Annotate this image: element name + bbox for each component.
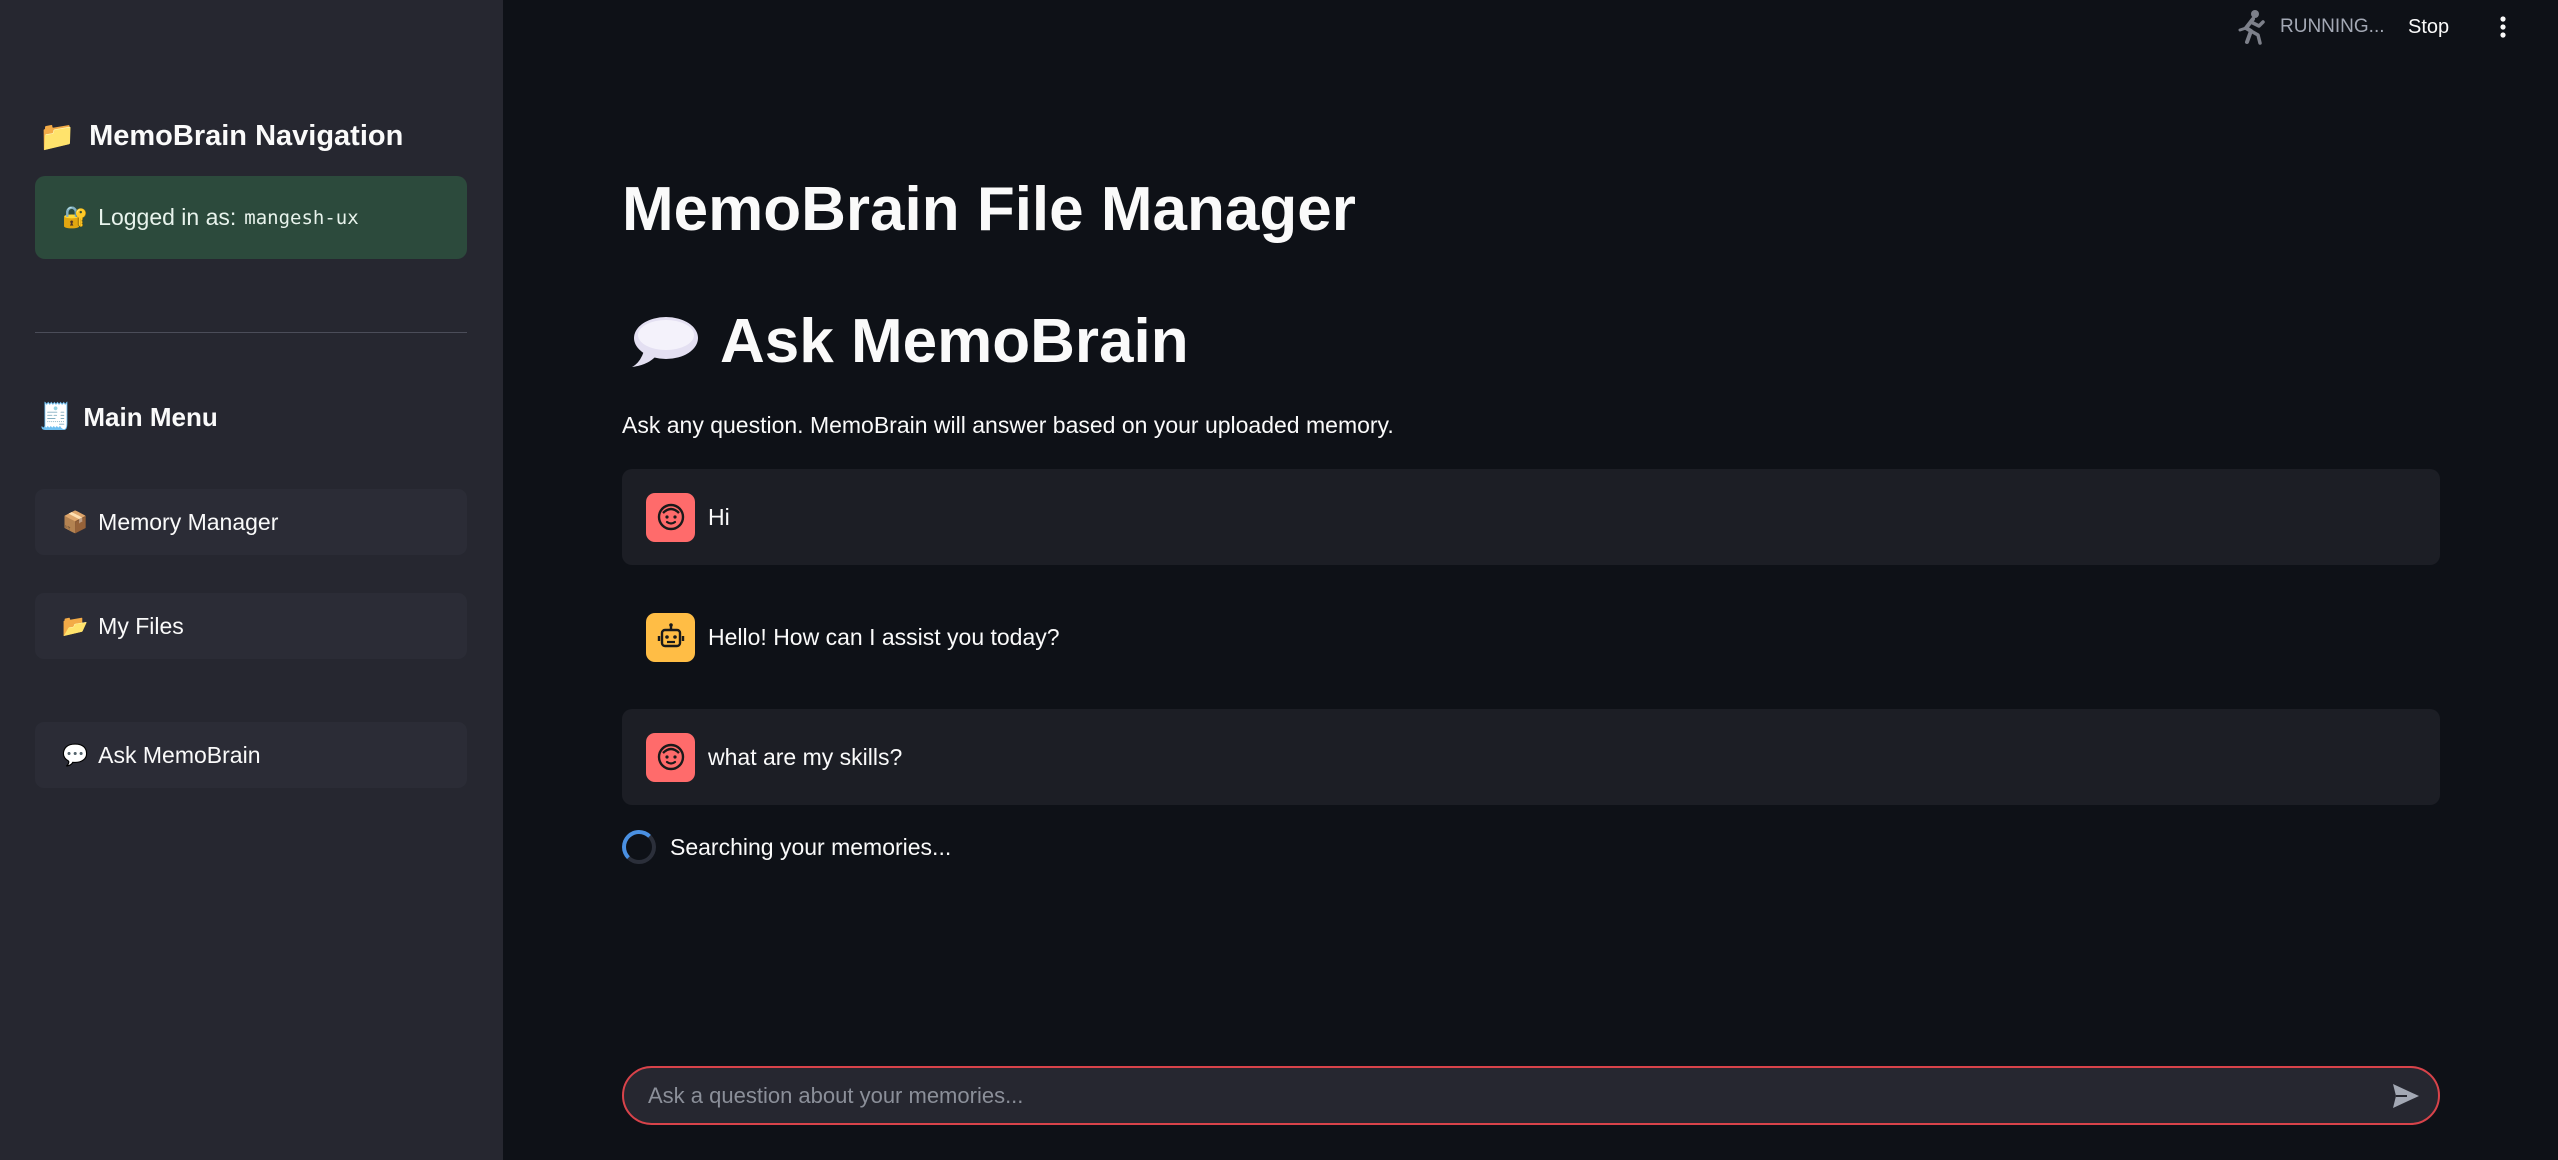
running-status: RUNNING... bbox=[2236, 8, 2385, 46]
chat-message-text: Hi bbox=[708, 503, 730, 530]
sidebar-item-label: Memory Manager bbox=[98, 508, 279, 535]
chat-input-container bbox=[622, 1066, 2440, 1125]
speech-bubble-icon: 💬 bbox=[62, 742, 89, 767]
user-avatar bbox=[646, 732, 695, 782]
kebab-menu-icon bbox=[2500, 16, 2506, 38]
sidebar-heading: 📁 MemoBrain Navigation bbox=[39, 116, 403, 156]
loading-indicator: Searching your memories... bbox=[622, 829, 951, 865]
user-face-icon bbox=[657, 503, 684, 531]
loading-text: Searching your memories... bbox=[670, 833, 952, 860]
main-menu-button[interactable] bbox=[2490, 12, 2516, 42]
package-icon: 📦 bbox=[62, 509, 89, 534]
chat-message-user: Hi bbox=[622, 469, 2440, 565]
send-button[interactable] bbox=[2388, 1078, 2424, 1114]
main-menu-heading: 🧾 Main Menu bbox=[39, 397, 218, 437]
robot-icon bbox=[657, 623, 684, 648]
chat-input[interactable] bbox=[648, 1082, 2388, 1109]
folder-icon: 📁 bbox=[39, 118, 76, 153]
running-status-text: RUNNING... bbox=[2280, 16, 2385, 37]
section-title-text: Ask MemoBrain bbox=[720, 307, 1189, 376]
open-folder-icon: 📂 bbox=[62, 613, 89, 638]
sidebar-item-label: Ask MemoBrain bbox=[98, 741, 261, 768]
running-man-icon bbox=[2238, 10, 2265, 45]
login-username: mangesh-ux bbox=[244, 206, 359, 229]
app-root: 📁 MemoBrain Navigation 🔐 Logged in as: m… bbox=[0, 0, 2558, 1160]
user-face-icon bbox=[657, 743, 684, 771]
main-menu-heading-text: Main Menu bbox=[83, 401, 218, 432]
sidebar-item-memory-manager[interactable]: 📦 Memory Manager bbox=[35, 489, 467, 555]
speech-bubble-icon bbox=[632, 317, 698, 367]
section-title: Ask MemoBrain bbox=[630, 300, 1189, 384]
chat-message-text: what are my skills? bbox=[708, 743, 903, 770]
user-avatar bbox=[646, 492, 695, 542]
intro-text: Ask any question. MemoBrain will answer … bbox=[622, 412, 1394, 438]
chat-message-assistant: Hello! How can I assist you today? bbox=[622, 589, 2440, 685]
chat-message-text: Hello! How can I assist you today? bbox=[708, 623, 1060, 650]
sidebar-heading-text: MemoBrain Navigation bbox=[89, 119, 404, 152]
page-title: MemoBrain File Manager bbox=[622, 175, 1356, 244]
sidebar-item-my-files[interactable]: 📂 My Files bbox=[35, 593, 467, 659]
login-status-box: 🔐 Logged in as: mangesh-ux bbox=[35, 176, 467, 259]
assistant-avatar bbox=[646, 612, 695, 662]
sidebar-divider bbox=[35, 332, 467, 333]
lock-key-icon: 🔐 bbox=[62, 205, 89, 229]
sidebar-item-ask-memobrain[interactable]: 💬 Ask MemoBrain bbox=[35, 722, 467, 788]
stop-button[interactable]: Stop bbox=[2408, 12, 2449, 42]
login-label: Logged in as: bbox=[98, 204, 237, 230]
sidebar-item-label: My Files bbox=[98, 612, 184, 639]
chat-message-user: what are my skills? bbox=[622, 709, 2440, 805]
receipt-icon: 🧾 bbox=[39, 402, 72, 432]
sidebar: 📁 MemoBrain Navigation 🔐 Logged in as: m… bbox=[0, 0, 503, 1160]
spinner-icon bbox=[622, 830, 656, 864]
send-icon bbox=[2393, 1083, 2419, 1108]
